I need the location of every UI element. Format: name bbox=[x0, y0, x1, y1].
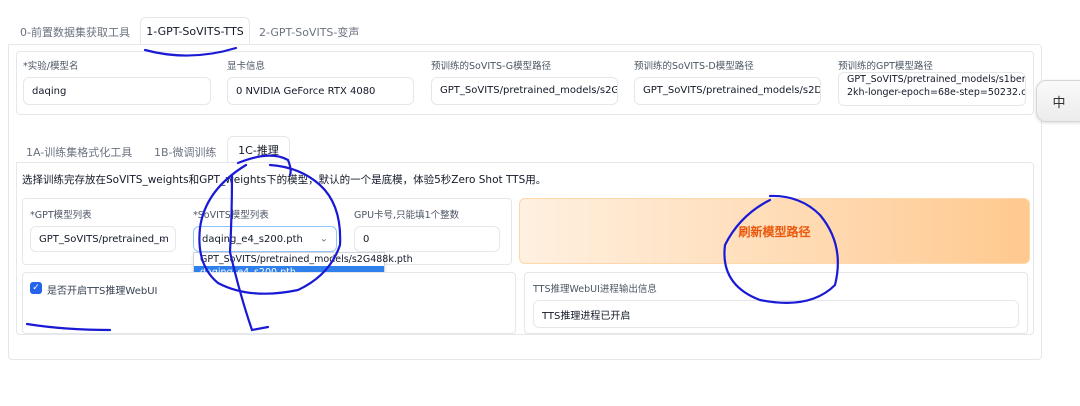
refresh-model-path-button[interactable]: 刷新模型路径 bbox=[519, 198, 1030, 264]
tab-dataset-tools[interactable]: 0-前置数据集获取工具 bbox=[20, 24, 130, 40]
webui-checkbox[interactable]: ✓ bbox=[30, 282, 42, 294]
chevron-down-icon: ⌄ bbox=[319, 233, 328, 245]
sovits-d-path-label: 预训练的SoVITS-D模型路径 bbox=[634, 61, 754, 72]
sovits-g-path-label: 预训练的SoVITS-G模型路径 bbox=[431, 61, 552, 72]
ime-indicator[interactable]: 中 bbox=[1036, 80, 1080, 122]
experiment-name-label: *实验/模型名 bbox=[23, 61, 79, 72]
sovits-g-path-field[interactable]: GPT_SoVITS/pretrained_models/s2G488k.pth bbox=[431, 77, 618, 105]
gpt-path-field[interactable]: GPT_SoVITS/pretrained_models/s1bert25hz-… bbox=[838, 72, 1026, 106]
sovits-list-label: *SoVITS模型列表 bbox=[193, 210, 269, 221]
gpt-model-select[interactable]: GPT_SoVITS/pretrained_m ⌄ bbox=[30, 226, 176, 252]
tab-finetune[interactable]: 1B-微调训练 bbox=[154, 144, 217, 160]
gpu-info-field[interactable]: 0 NVIDIA GeForce RTX 4080 bbox=[227, 77, 414, 105]
tab-dataset-format[interactable]: 1A-训练集格式化工具 bbox=[26, 144, 132, 160]
webui-checkbox-label: 是否开启TTS推理WebUI bbox=[47, 286, 158, 297]
sovits-model-value: daqing_e4_s200.pth bbox=[202, 233, 303, 245]
tab-inference[interactable]: 1C-推理 bbox=[227, 136, 290, 164]
gpt-model-value: GPT_SoVITS/pretrained_m bbox=[39, 233, 169, 245]
chevron-down-icon: ⌄ bbox=[158, 233, 167, 245]
output-info-field: TTS推理进程已开启 bbox=[533, 300, 1019, 328]
tab-gpt-sovits-tts[interactable]: 1-GPT-SoVITS-TTS bbox=[140, 17, 250, 46]
gpu-index-label: GPU卡号,只能填1个整数 bbox=[354, 210, 460, 221]
gpt-list-label: *GPT模型列表 bbox=[30, 210, 92, 221]
gpu-info-label: 显卡信息 bbox=[227, 61, 266, 72]
sovits-model-select[interactable]: daqing_e4_s200.pth ⌄ bbox=[193, 226, 337, 252]
sovits-d-path-field[interactable]: GPT_SoVITS/pretrained_models/s2D488k.pth bbox=[634, 77, 821, 105]
tab-voice-change[interactable]: 2-GPT-SoVITS-变声 bbox=[259, 24, 359, 40]
inference-description: 选择训练完存放在SoVITS_weights和GPT_weights下的模型，默… bbox=[22, 174, 547, 186]
gpt-path-label: 预训练的GPT模型路径 bbox=[838, 61, 933, 72]
dropdown-option-pretrained[interactable]: GPT_SoVITS/pretrained_models/s2G488k.pth bbox=[194, 253, 413, 266]
experiment-name-input[interactable]: daqing bbox=[23, 77, 211, 105]
output-info-label: TTS推理WebUI进程输出信息 bbox=[533, 284, 657, 295]
gpu-index-input[interactable]: 0 bbox=[354, 226, 500, 252]
